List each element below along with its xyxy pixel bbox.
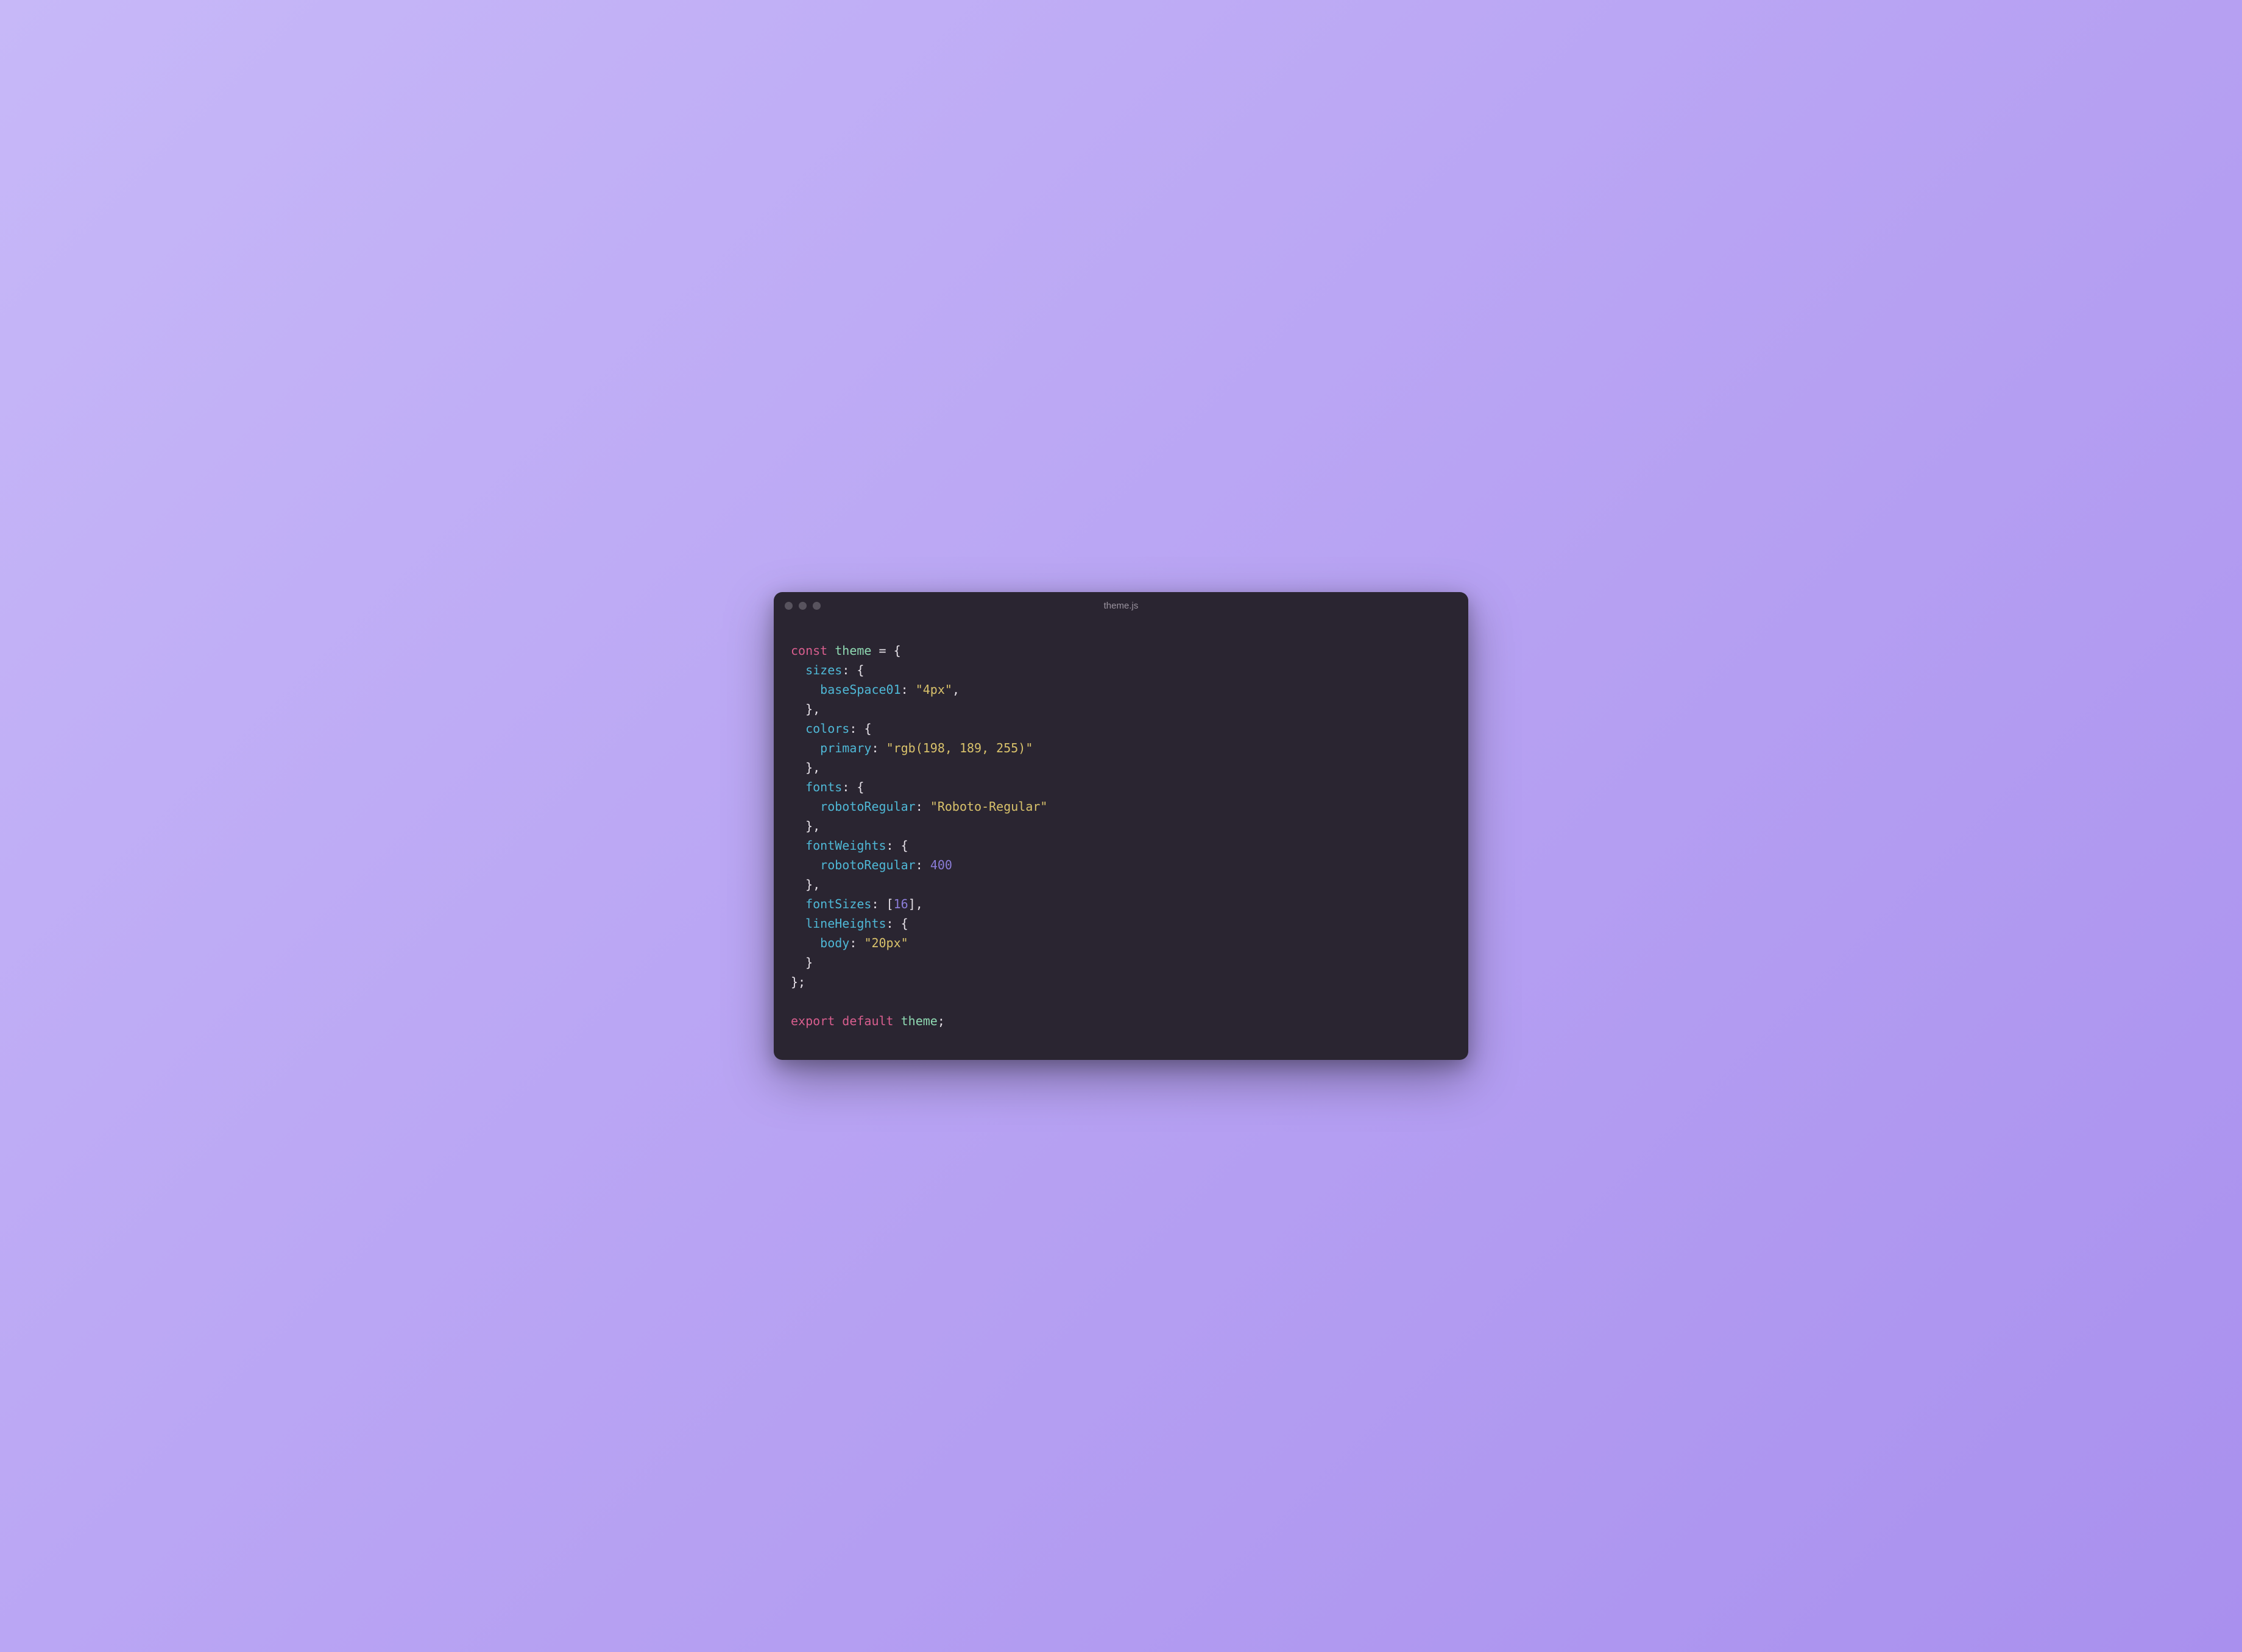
colon: : xyxy=(886,838,894,853)
comma: , xyxy=(952,682,960,697)
string-20px: "20px" xyxy=(864,936,908,950)
titlebar: theme.js xyxy=(774,592,1468,619)
editor-window: theme.js const theme = { sizes: { baseSp… xyxy=(774,592,1468,1060)
brace-open: { xyxy=(901,838,908,853)
brace-close: } xyxy=(805,702,813,716)
close-icon[interactable] xyxy=(785,602,793,610)
keyword-default: default xyxy=(842,1014,893,1028)
key-fontweights: fontWeights xyxy=(805,838,886,853)
brace-close: } xyxy=(805,760,813,775)
comma: , xyxy=(916,897,923,911)
colon: : xyxy=(849,721,857,736)
key-basespace01: baseSpace01 xyxy=(820,682,900,697)
identifier-theme: theme xyxy=(835,643,871,658)
colon: : xyxy=(916,858,923,872)
key-primary: primary xyxy=(820,741,871,755)
brace-close: } xyxy=(805,877,813,892)
key-robotoregular: robotoRegular xyxy=(820,799,916,814)
key-robotoregular2: robotoRegular xyxy=(820,858,916,872)
key-sizes: sizes xyxy=(805,663,842,677)
colon: : xyxy=(901,682,908,697)
bracket-close: ] xyxy=(908,897,916,911)
brace-close: } xyxy=(805,819,813,833)
key-fontsizes: fontSizes xyxy=(805,897,871,911)
string-rgb: "rgb(198, 189, 255)" xyxy=(886,741,1033,755)
keyword-export: export xyxy=(791,1014,835,1028)
string-4px: "4px" xyxy=(916,682,952,697)
maximize-icon[interactable] xyxy=(813,602,821,610)
colon: : xyxy=(886,916,894,931)
colon: : xyxy=(871,741,879,755)
semicolon: ; xyxy=(798,975,805,989)
code-editor[interactable]: const theme = { sizes: { baseSpace01: "4… xyxy=(774,619,1468,1060)
string-roboto-regular: "Roboto-Regular" xyxy=(930,799,1048,814)
number-400: 400 xyxy=(930,858,952,872)
semicolon: ; xyxy=(938,1014,945,1028)
key-fonts: fonts xyxy=(805,780,842,794)
comma: , xyxy=(813,819,820,833)
colon: : xyxy=(849,936,857,950)
colon: : xyxy=(842,780,849,794)
brace-close: } xyxy=(805,955,813,970)
bracket-open: [ xyxy=(886,897,894,911)
window-title: theme.js xyxy=(774,601,1468,611)
operator-equals: = xyxy=(879,643,886,658)
comma: , xyxy=(813,877,820,892)
number-16: 16 xyxy=(894,897,908,911)
comma: , xyxy=(813,702,820,716)
key-colors: colors xyxy=(805,721,849,736)
key-lineheights: lineHeights xyxy=(805,916,886,931)
traffic-lights xyxy=(785,602,821,610)
keyword-const: const xyxy=(791,643,827,658)
identifier-theme-export: theme xyxy=(901,1014,938,1028)
brace-open: { xyxy=(857,663,864,677)
brace-open: { xyxy=(901,916,908,931)
comma: , xyxy=(813,760,820,775)
colon: : xyxy=(871,897,879,911)
colon: : xyxy=(842,663,849,677)
brace-open: { xyxy=(857,780,864,794)
brace-open: { xyxy=(894,643,901,658)
key-body: body xyxy=(820,936,849,950)
colon: : xyxy=(916,799,923,814)
brace-open: { xyxy=(864,721,871,736)
brace-close: } xyxy=(791,975,798,989)
minimize-icon[interactable] xyxy=(799,602,807,610)
